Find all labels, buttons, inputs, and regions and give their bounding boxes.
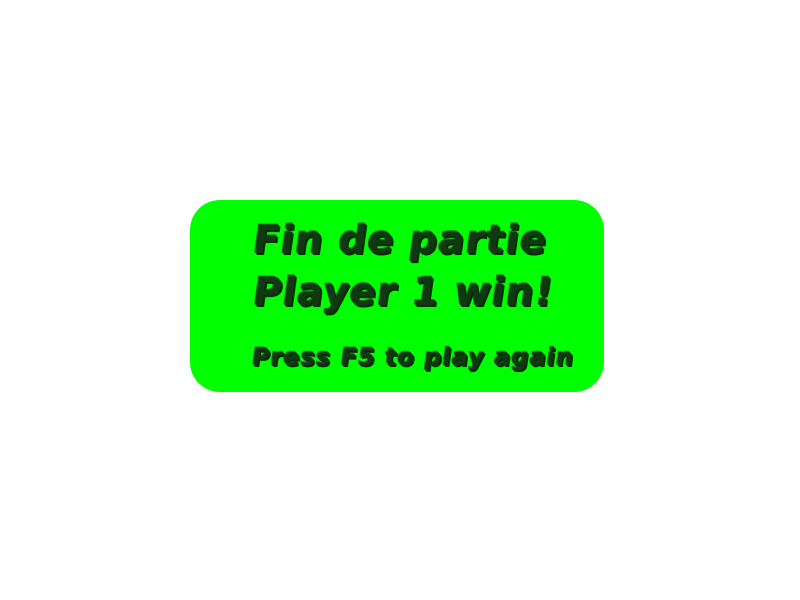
restart-hint: Press F5 to play again	[250, 343, 577, 371]
game-over-panel: Fin de partie Player 1 win! Press F5 to …	[190, 200, 604, 392]
winner-message: Player 1 win!	[250, 270, 557, 315]
game-over-title: Fin de partie	[250, 218, 551, 263]
game-stage: Fin de partie Player 1 win! Press F5 to …	[0, 0, 800, 600]
